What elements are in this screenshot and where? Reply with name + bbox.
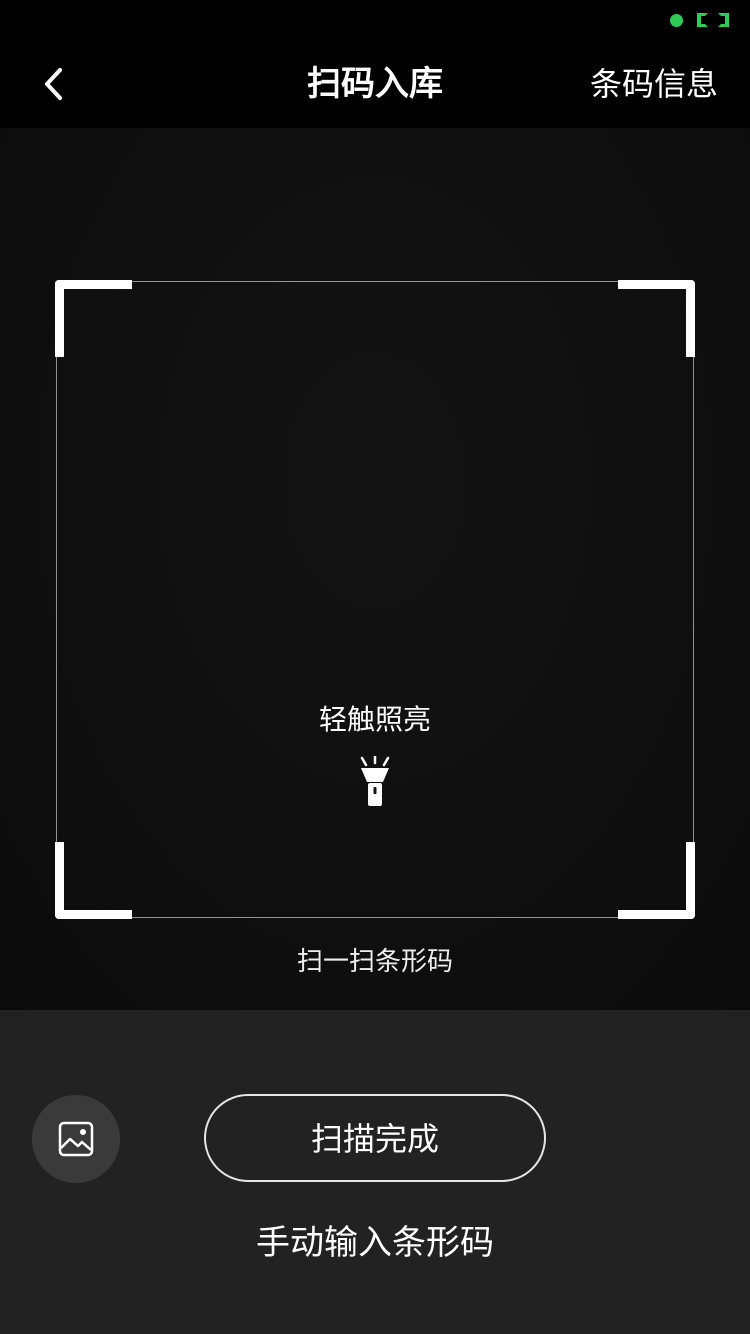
status-dot-icon — [670, 14, 683, 27]
scan-frame — [55, 280, 695, 919]
album-button[interactable] — [32, 1095, 120, 1183]
scan-done-button[interactable]: 扫描完成 — [204, 1094, 546, 1182]
status-bar — [0, 0, 750, 40]
torch-label: 轻触照亮 — [318, 703, 431, 736]
nav-bar: 扫码入库 条码信息 — [0, 40, 750, 128]
manual-input-link[interactable]: 手动输入条形码 — [0, 1218, 750, 1268]
torch-toggle[interactable]: 轻触照亮 — [0, 700, 750, 812]
scan-corner-bottom-left — [55, 842, 132, 919]
camera-preview: 轻触照亮 扫一扫条形码 — [0, 128, 750, 1010]
chevron-left-icon — [45, 68, 62, 100]
scan-corner-top-right — [618, 280, 695, 357]
scan-corner-bottom-right — [618, 842, 695, 919]
scan-corner-top-left — [55, 280, 132, 357]
scan-screen: 扫码入库 条码信息 轻触照亮 扫一扫条形码 扫描完成 手动输入条形码 — [0, 0, 750, 1334]
flashlight-icon — [360, 756, 390, 806]
barcode-info-button[interactable]: 条码信息 — [590, 40, 718, 128]
bottom-panel: 扫描完成 手动输入条形码 — [0, 1010, 750, 1334]
scan-hint: 扫一扫条形码 — [296, 947, 453, 977]
screen-cast-icon — [697, 13, 729, 27]
back-button[interactable] — [30, 60, 78, 108]
image-icon — [58, 1121, 94, 1157]
